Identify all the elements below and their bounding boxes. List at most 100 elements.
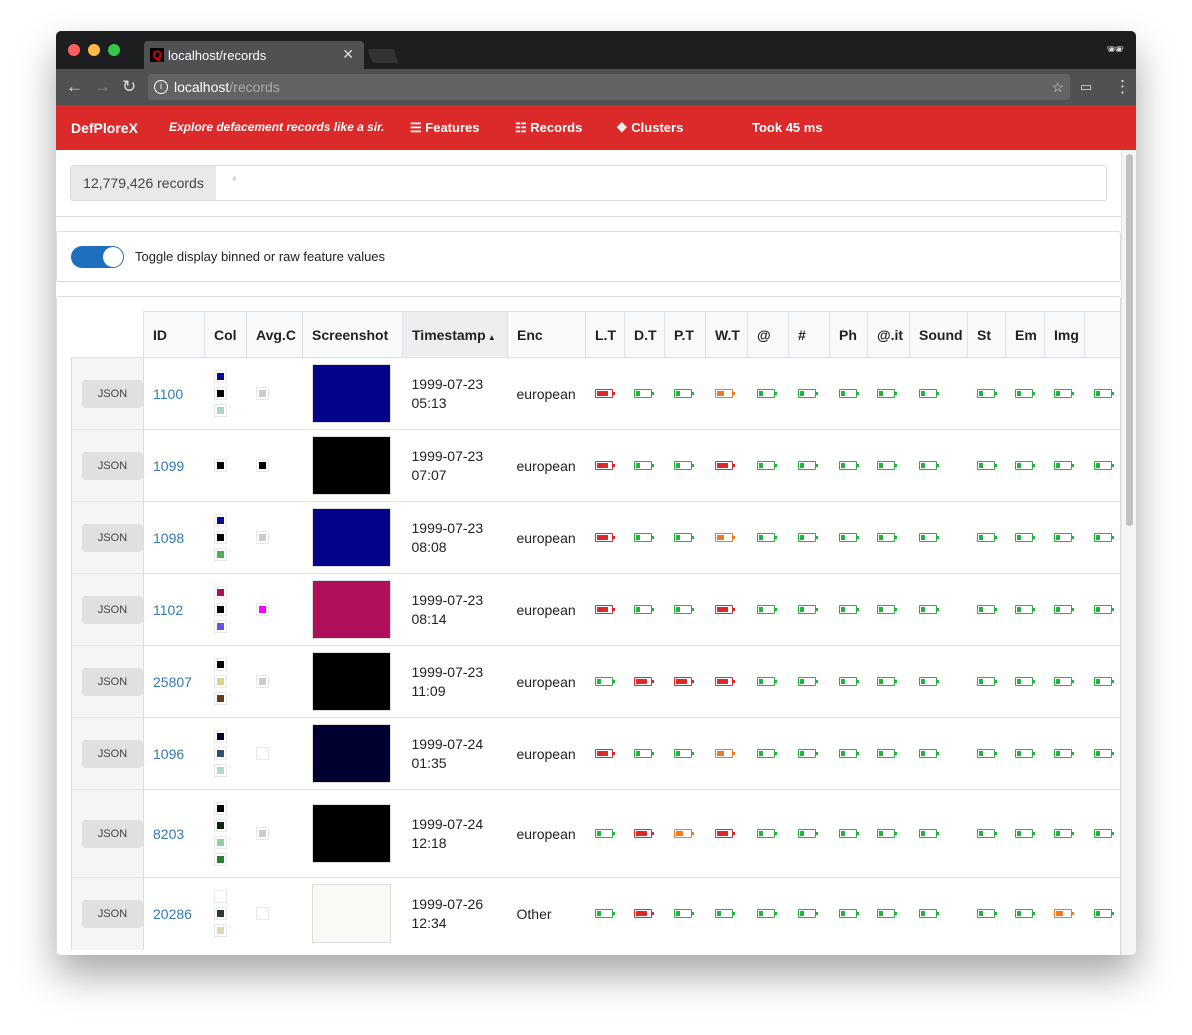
- browser-tab[interactable]: Q localhost/records ✕: [144, 41, 364, 69]
- feature-cell: [829, 357, 868, 430]
- url-input[interactable]: i localhost/records ☆: [148, 74, 1070, 100]
- back-icon[interactable]: ←: [66, 77, 83, 97]
- avg-color-swatch: [255, 459, 269, 472]
- column-header[interactable]: Img: [1044, 311, 1085, 358]
- feature-cell: [867, 573, 910, 646]
- column-header[interactable]: Avg.C: [246, 311, 303, 358]
- reload-icon[interactable]: ↻: [122, 77, 136, 97]
- color-swatch: [213, 514, 227, 527]
- battery-icon: [838, 749, 859, 758]
- feature-cell: [585, 877, 625, 950]
- column-header-label: St: [977, 326, 991, 343]
- column-header[interactable]: D.T: [624, 311, 665, 358]
- battery-icon: [633, 829, 654, 838]
- json-button[interactable]: JSON: [82, 595, 143, 624]
- avg-color-cell: [246, 717, 303, 790]
- json-button[interactable]: JSON: [82, 451, 143, 480]
- json-button[interactable]: JSON: [82, 899, 143, 928]
- json-button[interactable]: JSON: [82, 523, 143, 552]
- battery-icon: [1014, 677, 1035, 686]
- json-button[interactable]: JSON: [82, 667, 143, 696]
- column-header[interactable]: Enc: [507, 311, 586, 358]
- battery-icon: [797, 389, 818, 398]
- json-button[interactable]: JSON: [82, 819, 143, 848]
- screenshot-thumbnail[interactable]: [311, 884, 391, 944]
- screenshot-thumbnail[interactable]: [311, 804, 391, 863]
- avg-color-cell: [246, 501, 303, 574]
- column-header[interactable]: @.it: [867, 311, 910, 358]
- cast-icon[interactable]: ▭: [1080, 79, 1092, 95]
- feature-cell: [664, 717, 706, 790]
- record-id-link[interactable]: 1102: [153, 602, 183, 618]
- json-column-header: [71, 311, 144, 358]
- battery-icon: [594, 461, 615, 470]
- nav-records[interactable]: ☷ Records: [515, 120, 582, 136]
- column-header[interactable]: @: [747, 311, 789, 358]
- nav-features[interactable]: ☰ Features: [410, 120, 479, 136]
- json-button[interactable]: JSON: [82, 379, 143, 408]
- binned-toggle-switch[interactable]: [71, 246, 124, 268]
- battery-icon: [1014, 461, 1035, 470]
- screenshot-thumbnail[interactable]: [311, 508, 391, 567]
- column-header[interactable]: L.T: [585, 311, 625, 358]
- column-header[interactable]: P.T: [664, 311, 706, 358]
- battery-icon: [918, 461, 939, 470]
- screenshot-thumbnail[interactable]: [311, 580, 391, 639]
- column-header[interactable]: #: [788, 311, 830, 358]
- close-tab-icon[interactable]: ✕: [342, 46, 354, 63]
- record-id-link[interactable]: 8203: [153, 826, 184, 842]
- minimize-window-button[interactable]: [88, 44, 100, 56]
- brand[interactable]: DefPloreX: [71, 120, 138, 136]
- battery-icon: [1053, 749, 1074, 758]
- json-button[interactable]: JSON: [82, 739, 143, 768]
- color-swatch: [213, 835, 227, 849]
- feature-cell: [788, 717, 830, 790]
- column-header[interactable]: Screenshot: [302, 311, 403, 358]
- screenshot-thumbnail[interactable]: [311, 436, 391, 495]
- screenshot-thumbnail[interactable]: [311, 652, 391, 711]
- column-header[interactable]: St: [967, 311, 1006, 358]
- column-header[interactable]: Ph: [829, 311, 868, 358]
- id-cell: 1099: [143, 429, 205, 502]
- record-id-link[interactable]: 20286: [153, 906, 192, 922]
- colors-cell: [204, 429, 247, 502]
- battery-icon: [838, 829, 859, 838]
- new-tab-button[interactable]: [367, 49, 399, 63]
- record-id-link[interactable]: 1096: [153, 746, 184, 762]
- battery-icon: [633, 533, 654, 542]
- column-header[interactable]: Timestamp ▲: [402, 311, 508, 358]
- column-header[interactable]: [1084, 311, 1120, 358]
- feature-cell: [909, 357, 968, 430]
- battery-icon: [714, 749, 735, 758]
- record-id-link[interactable]: 1100: [153, 386, 183, 402]
- forward-icon[interactable]: →: [94, 77, 111, 97]
- screenshot-thumbnail[interactable]: [311, 724, 391, 783]
- scrollbar-thumb[interactable]: [1126, 154, 1133, 526]
- json-cell: JSON: [71, 357, 144, 430]
- bookmark-star-icon[interactable]: ☆: [1051, 74, 1064, 100]
- search-input[interactable]: *: [216, 166, 1106, 200]
- record-id-link[interactable]: 25807: [153, 674, 192, 690]
- scrollbar[interactable]: [1121, 150, 1136, 955]
- avg-color-cell: [246, 877, 303, 950]
- feature-cell: [967, 789, 1006, 878]
- close-window-button[interactable]: [68, 44, 80, 56]
- menu-icon[interactable]: ⋮: [1114, 77, 1131, 97]
- battery-icon: [633, 605, 654, 614]
- column-header[interactable]: Em: [1005, 311, 1045, 358]
- column-header[interactable]: Sound: [909, 311, 968, 358]
- info-icon[interactable]: i: [154, 80, 168, 94]
- battery-icon: [838, 533, 859, 542]
- feature-cell: [1005, 877, 1045, 950]
- column-header[interactable]: Col: [204, 311, 247, 358]
- nav-clusters[interactable]: ❖ Clusters: [616, 120, 683, 136]
- column-header[interactable]: ID: [143, 311, 205, 358]
- feature-cell: [1005, 645, 1045, 718]
- screenshot-thumbnail[interactable]: [311, 364, 391, 423]
- json-cell: JSON: [71, 573, 144, 646]
- column-header[interactable]: W.T: [705, 311, 748, 358]
- record-id-link[interactable]: 1099: [153, 458, 184, 474]
- record-id-link[interactable]: 1098: [153, 530, 184, 546]
- maximize-window-button[interactable]: [108, 44, 120, 56]
- feature-cell: [585, 717, 625, 790]
